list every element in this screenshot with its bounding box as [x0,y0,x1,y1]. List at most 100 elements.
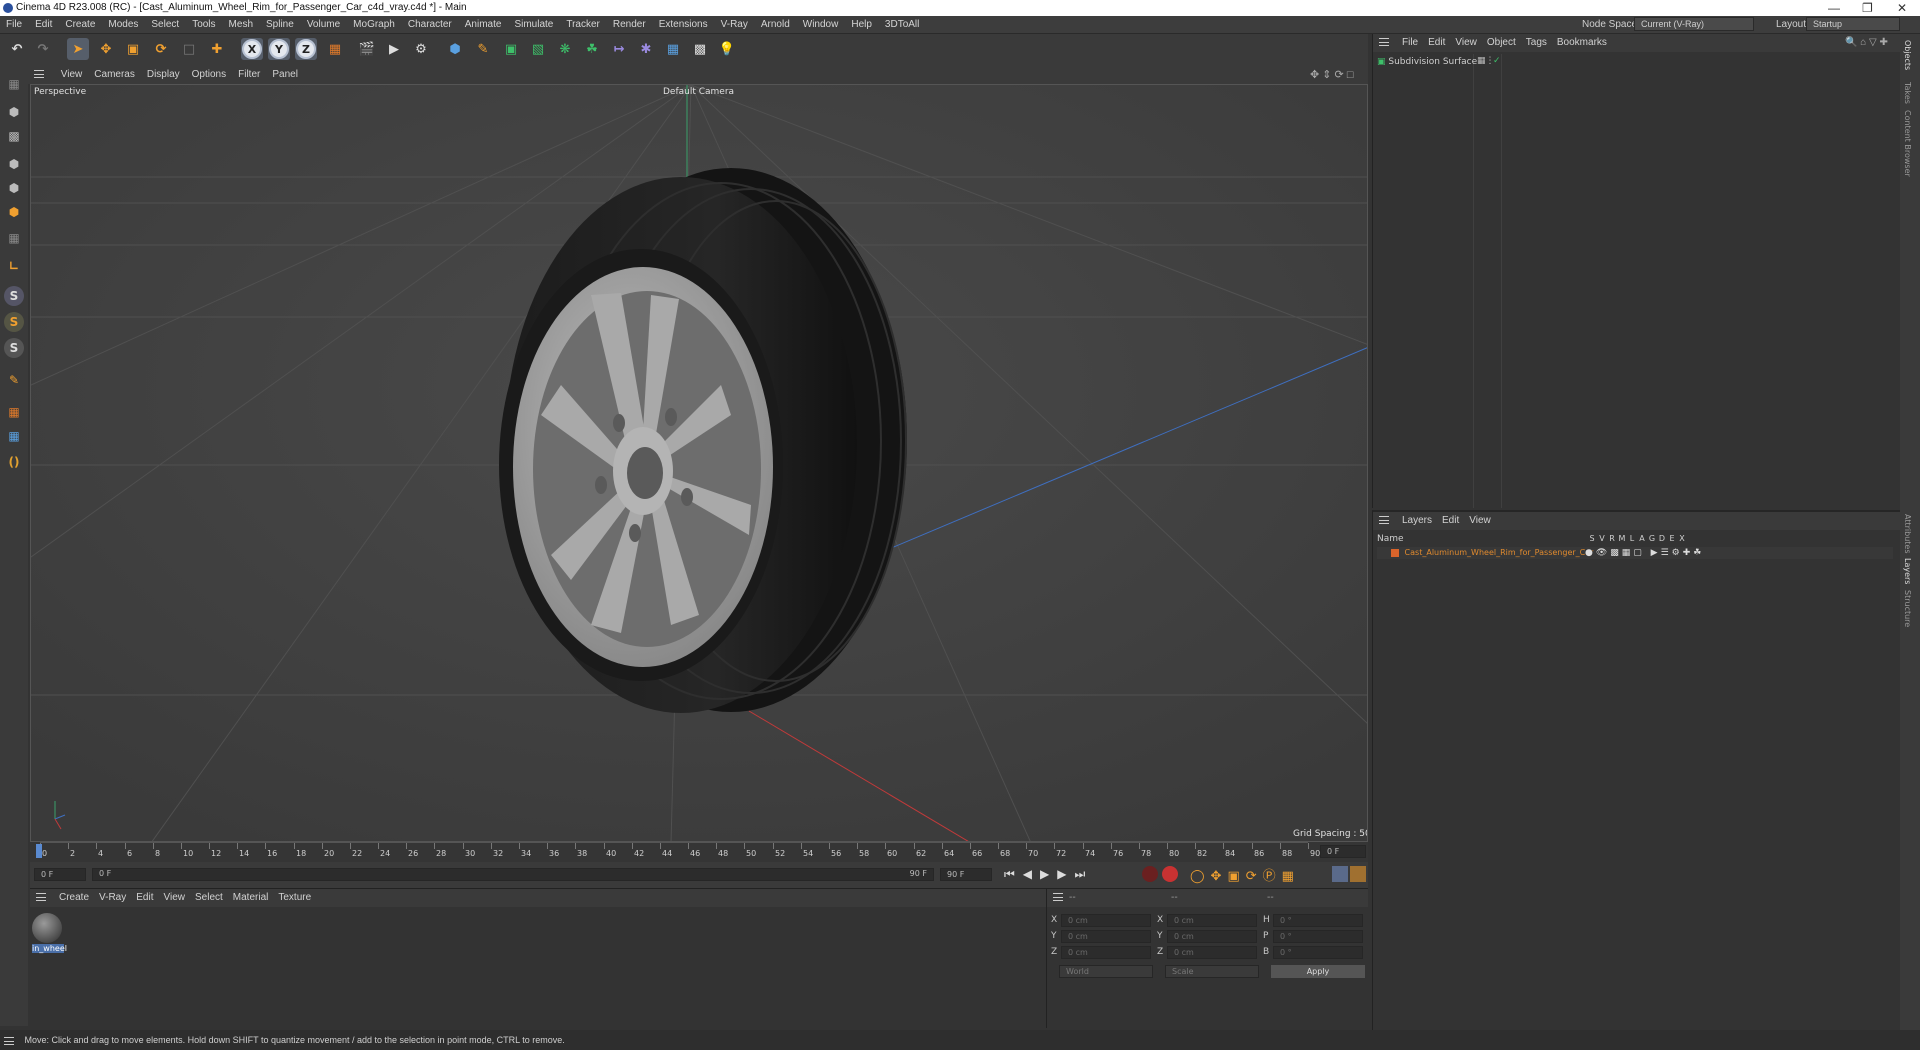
pos-z-field[interactable]: 0 cm [1061,946,1151,959]
menu-simulate[interactable]: Simulate [508,16,560,34]
layers-menu-layers[interactable]: Layers [1397,512,1437,530]
layer-column-header[interactable]: L [1627,534,1637,543]
snap-settings-icon[interactable]: S [4,312,24,332]
viewport-menu-filter[interactable]: Filter [232,66,266,84]
mat-menu-create[interactable]: Create [54,889,94,907]
move-tool-icon[interactable]: ✥ [95,38,117,60]
menu-tracker[interactable]: Tracker [560,16,607,34]
create-object-icon[interactable]: ✚ [206,38,228,60]
grid-icon[interactable]: ▦ [4,402,24,422]
render-view-icon[interactable]: ▶ [383,38,405,60]
mat-menu-material[interactable]: Material [228,889,274,907]
menu-animate[interactable]: Animate [459,16,509,34]
obj-menu-tags[interactable]: Tags [1521,34,1552,52]
menu-extensions[interactable]: Extensions [653,16,715,34]
object-enabled-check-icon[interactable]: ✓ [1493,56,1501,66]
render-settings-icon[interactable]: ⚙ [410,38,432,60]
x-axis-lock-icon[interactable]: X [241,38,263,60]
texture-mode-icon[interactable]: ▩ [4,126,24,146]
close-icon[interactable]: ✕ [1897,0,1907,16]
pos-y-field[interactable]: 0 cm [1061,930,1151,943]
y-axis-lock-icon[interactable]: Y [268,38,290,60]
rot-h-field[interactable]: 0 ° [1273,914,1363,927]
current-frame-field[interactable]: 0 F [34,868,86,881]
z-axis-lock-icon[interactable]: Z [295,38,317,60]
snap-3d-icon[interactable]: S [4,338,24,358]
field-icon[interactable]: ✱ [635,38,657,60]
node-space-dropdown[interactable]: Current (V-Ray) [1634,16,1754,34]
menu-3dtoall[interactable]: 3DToAll [879,16,926,34]
objects-hamburger-icon[interactable] [1379,38,1389,47]
obj-menu-edit[interactable]: Edit [1423,34,1450,52]
viewport-menu-options[interactable]: Options [186,66,232,84]
timeline-ruler[interactable]: 0 2 4 6 8 10 12 14 16 18 20 22 24 26 28 30 32 34 36 38 40 42 4… [30,842,1368,862]
menu-create[interactable]: Create [59,16,102,34]
coordinate-system-icon[interactable]: ▦ [324,38,346,60]
layer-row[interactable]: Cast_Aluminum_Wheel_Rim_for_Passenger_Ca… [1377,547,1893,559]
brackets-icon[interactable]: () [4,452,24,472]
coord-mode-dropdown[interactable]: Scale [1165,965,1259,978]
layer-column-header[interactable]: E [1667,534,1677,543]
viewport-menu-display[interactable]: Display [141,66,186,84]
coord-space-dropdown[interactable]: World [1059,965,1153,978]
floor-icon[interactable]: ▦ [662,38,684,60]
deformer-icon[interactable]: ↦ [608,38,630,60]
menu-select[interactable]: Select [145,16,186,34]
layer-column-header[interactable]: V [1597,534,1607,543]
rot-p-field[interactable]: 0 ° [1273,930,1363,943]
timeline-window-icon[interactable] [1350,866,1366,882]
size-y-field[interactable]: 0 cm [1167,930,1257,943]
layer-column-header[interactable]: S [1587,534,1597,543]
tab-layers[interactable]: Layers [1903,558,1912,584]
layout-value[interactable]: Startup [1806,17,1900,32]
cube-primitive-icon[interactable]: ⬢ [444,38,466,60]
redo-icon[interactable]: ↷ [32,38,54,60]
mat-menu-select[interactable]: Select [190,889,228,907]
edges-mode-icon[interactable]: ⬢ [4,178,24,198]
keyframe-tools[interactable]: ◯✥▣⟳Ⓟ▦ [1190,865,1300,884]
model-mode-icon[interactable]: ⬢ [4,102,24,122]
lock-workplane-icon[interactable]: ▦ [4,426,24,446]
record-icon[interactable] [1142,866,1158,882]
menu-vray[interactable]: V-Ray [715,16,755,34]
menu-character[interactable]: Character [402,16,459,34]
menu-window[interactable]: Window [797,16,846,34]
layer-column-header[interactable]: R [1607,534,1617,543]
obj-menu-file[interactable]: File [1397,34,1423,52]
mograph-icon[interactable]: ❋ [554,38,576,60]
viewport-nav-icons[interactable]: ✥ ⇕ ⟳ □ [1310,66,1353,84]
status-hamburger-icon[interactable] [4,1036,14,1045]
obj-menu-view[interactable]: View [1450,34,1482,52]
object-name[interactable]: Subdivision Surface [1388,57,1477,67]
minimize-icon[interactable]: — [1828,0,1840,16]
menu-modes[interactable]: Modes [102,16,145,34]
mat-menu-edit[interactable]: Edit [131,889,158,907]
restore-icon[interactable]: ❐ [1862,0,1873,16]
mat-menu-vray[interactable]: V-Ray [94,889,131,907]
render-region-icon[interactable]: 🎬 [356,38,378,60]
menu-volume[interactable]: Volume [301,16,347,34]
3d-viewport[interactable]: Perspective Default Camera Grid Spacing … [30,84,1368,842]
menu-mograph[interactable]: MoGraph [347,16,402,34]
object-visibility-icon[interactable]: ▦⋮ [1477,56,1495,66]
coords-hamburger-icon[interactable] [1053,893,1063,902]
tab-objects[interactable]: Objects [1903,40,1912,70]
node-space-value[interactable]: Current (V-Ray) [1634,17,1754,32]
layers-menu-view[interactable]: View [1464,512,1496,530]
snap-icon[interactable]: S [4,286,24,306]
pos-x-field[interactable]: 0 cm [1061,914,1151,927]
paint-icon[interactable]: ✎ [4,370,24,390]
layer-toggle-icons[interactable]: ●👁▩▦▢ ▶☰⚙✚☘ [1585,547,1704,559]
object-row-subdivision[interactable]: ▣ Subdivision Surface [1377,56,1477,68]
size-z-field[interactable]: 0 cm [1167,946,1257,959]
subdivision-icon[interactable]: ▣ [500,38,522,60]
layers-menu-edit[interactable]: Edit [1437,512,1464,530]
viewport-menu-panel[interactable]: Panel [266,66,304,84]
motion-mode-icon[interactable] [1332,866,1348,882]
pen-spline-icon[interactable]: ✎ [472,38,494,60]
autokey-icon[interactable] [1162,866,1178,882]
menu-arnold[interactable]: Arnold [755,16,797,34]
material-swatch[interactable]: in_wheel [32,913,67,955]
points-mode-icon[interactable]: ⬢ [4,154,24,174]
tab-attributes[interactable]: Attributes [1903,514,1912,554]
